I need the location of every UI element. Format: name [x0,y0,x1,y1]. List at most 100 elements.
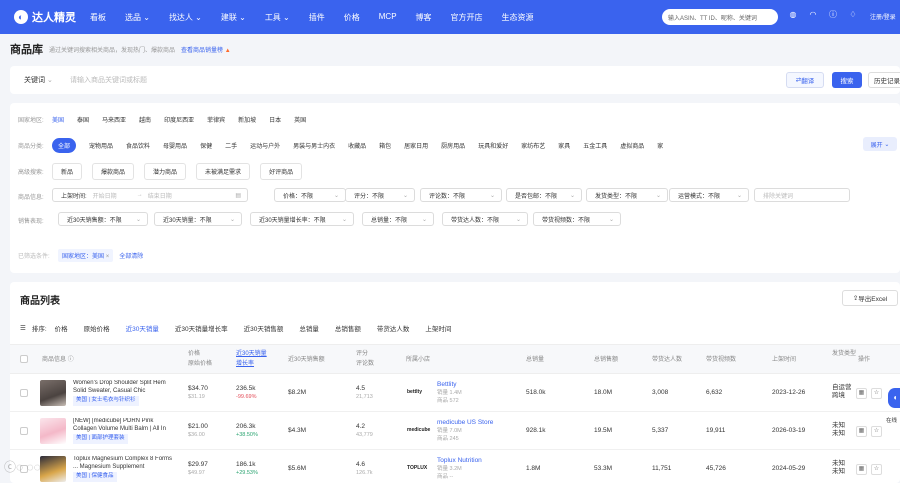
headset-icon[interactable]: ◠ [808,10,818,20]
col-reviews[interactable]: 评论数 [356,360,374,368]
product-title[interactable]: Toplux Magnesium Complex 8 Forms ... Mag… [73,456,173,471]
country-option[interactable]: 马来西亚 [102,115,126,124]
product-title[interactable]: [NEW] [medicube] PDRN Pink Collagen Volu… [73,418,173,433]
keyword-type-select[interactable]: 关键词 ⌄ [24,75,53,85]
shipping-type-select[interactable]: 发货类型：不限 ⌄ [586,188,668,202]
category-option[interactable]: 玩具和爱好 [478,141,508,150]
expand-categories-button[interactable]: 展开 ⌄ [863,137,897,151]
star-icon[interactable]: ☆ [871,388,882,399]
country-option[interactable]: 日本 [269,115,281,124]
category-option[interactable]: 箱包 [379,141,391,150]
col-total-sales[interactable]: 总销售额 [594,356,618,364]
operation-mode-select[interactable]: 运营模式：不限 ⌄ [669,188,749,202]
table-row[interactable]: Toplux Magnesium Complex 8 Forms ... Mag… [10,451,900,483]
category-option[interactable]: 家具 [558,141,570,150]
nav-item-tools[interactable]: 工具 ⌄ [265,12,290,23]
select-all-checkbox[interactable] [20,355,28,363]
date-start-input[interactable]: 开始日期 [93,191,117,200]
clear-all-button[interactable]: 全部清除 [119,251,143,260]
reviews-select[interactable]: 评论数：不限 ⌄ [420,188,502,202]
col-price[interactable]: 价格 [188,350,200,358]
bell-icon[interactable]: ♢ [848,10,858,20]
category-option[interactable]: 厨房用品 [441,141,465,150]
nav-item-outreach[interactable]: 建联 ⌄ [221,12,246,23]
keyword-input[interactable]: 请输入商品关键词或标题 [70,75,147,85]
videos-select[interactable]: 带货视频数：不限 ⌄ [533,212,621,226]
login-link[interactable]: 注册/登录 [870,12,896,21]
category-option[interactable]: 全部 [52,138,77,153]
country-option[interactable]: 菲律宾 [207,115,225,124]
advanced-tag[interactable]: 未被满足需求 [196,163,251,180]
detail-icon[interactable]: ▦ [856,426,867,437]
product-thumbnail[interactable] [40,380,66,406]
nav-item-ecosystem[interactable]: 生态资源 [502,12,534,23]
price-select[interactable]: 价格：不限 ⌄ [274,188,346,202]
detail-icon[interactable]: ▦ [856,464,867,475]
translate-button[interactable]: ⇄ 翻译 [786,72,824,88]
sort-option[interactable]: 近30天销量 [126,323,159,333]
search-button[interactable]: 搜索 [832,72,862,88]
total-volume-select[interactable]: 总销量：不限 ⌄ [362,212,434,226]
category-option[interactable]: 五金工具 [583,141,607,150]
sort-option[interactable]: 总销量 [299,323,319,333]
advanced-tag[interactable]: 新品 [52,163,83,180]
row-checkbox[interactable] [20,427,28,435]
sales30-select[interactable]: 近30天销售额：不限 ⌄ [58,212,148,226]
col-growth[interactable]: 增长率 [236,360,254,368]
advanced-tag[interactable]: 潜力商品 [144,163,187,180]
detail-icon[interactable]: ▦ [856,388,867,399]
col-total-volume[interactable]: 总销量 [526,356,544,364]
shop-name[interactable]: Toplux Nutrition [437,457,482,465]
category-option[interactable]: 运动与户外 [250,141,280,150]
nav-item-blog[interactable]: 博客 [416,12,432,23]
country-option[interactable]: 泰国 [77,115,89,124]
category-option[interactable]: 宠物用品 [89,141,113,150]
row-checkbox[interactable] [20,389,28,397]
sort-option[interactable]: 上架时间 [425,323,451,333]
nav-item-find-creators[interactable]: 找达人 ⌄ [169,12,202,23]
product-title[interactable]: Women's Drop Shoulder Split Hem Solid Sw… [73,380,173,395]
listing-date-range[interactable]: 上架时间: 开始日期 → 结束日期 ▤ [52,188,248,202]
country-option[interactable]: 新加坡 [238,115,256,124]
sort-option[interactable]: 近30天销量增长率 [175,323,228,333]
growth30-select[interactable]: 近30天销量增长率：不限 ⌄ [250,212,354,226]
col-creators[interactable]: 带货达人数 [652,356,682,364]
product-thumbnail[interactable] [40,456,66,482]
col-videos[interactable]: 带货视频数 [706,356,736,364]
advanced-tag[interactable]: 好评商品 [260,163,303,180]
nav-item-pricing[interactable]: 价格 [344,12,360,23]
close-icon[interactable]: × [106,254,110,260]
country-option[interactable]: 美国 [52,115,64,124]
nav-item-mcp[interactable]: MCP [379,12,397,23]
col-score[interactable]: 评分 [356,350,368,358]
globe-icon[interactable]: ◍ [788,10,798,20]
brand-logo[interactable]: ◐ 达人精灵 [14,9,76,25]
category-option[interactable]: 母婴用品 [163,141,187,150]
category-option[interactable]: 二手 [225,141,237,150]
nav-item-open-store[interactable]: 官方开店 [451,12,483,23]
info-icon[interactable]: ⓘ [828,10,838,20]
history-button[interactable]: 历史记录 [868,72,900,88]
free-shipping-select[interactable]: 是否包邮：不限 ⌄ [506,188,582,202]
country-option[interactable]: 英国 [294,115,306,124]
table-row[interactable]: Women's Drop Shoulder Split Hem Solid Sw… [10,375,900,412]
nav-item-dashboard[interactable]: 看板 [90,12,106,23]
sort-option[interactable]: 近30天销售额 [244,323,284,333]
table-row[interactable]: [NEW] [medicube] PDRN Pink Collagen Volu… [10,413,900,450]
nav-item-plugin[interactable]: 插件 [309,12,325,23]
sales-ranking-link[interactable]: 查看商品销量榜 ▲ [181,45,231,54]
creators-select[interactable]: 带货达人数：不限 ⌄ [442,212,528,226]
shop-name[interactable]: medicube US Store [437,419,493,427]
country-option[interactable]: 印度尼西亚 [164,115,194,124]
nav-item-product-selection[interactable]: 选品 ⌄ [125,12,150,23]
category-option[interactable]: 收藏品 [348,141,366,150]
export-excel-button[interactable]: ⇪ 导出Excel [842,290,898,306]
col-volume30[interactable]: 近30天销量 [236,350,267,358]
global-search-input[interactable]: 输入ASIN、TT ID、昵称、关键词 [662,9,778,25]
col-sales30[interactable]: 近30天销售额 [288,356,325,364]
advanced-tag[interactable]: 爆款商品 [92,163,135,180]
country-option[interactable]: 越南 [139,115,151,124]
date-end-input[interactable]: 结束日期 [148,191,172,200]
sort-option[interactable]: 总销售额 [335,323,361,333]
category-option[interactable]: 保健 [200,141,212,150]
